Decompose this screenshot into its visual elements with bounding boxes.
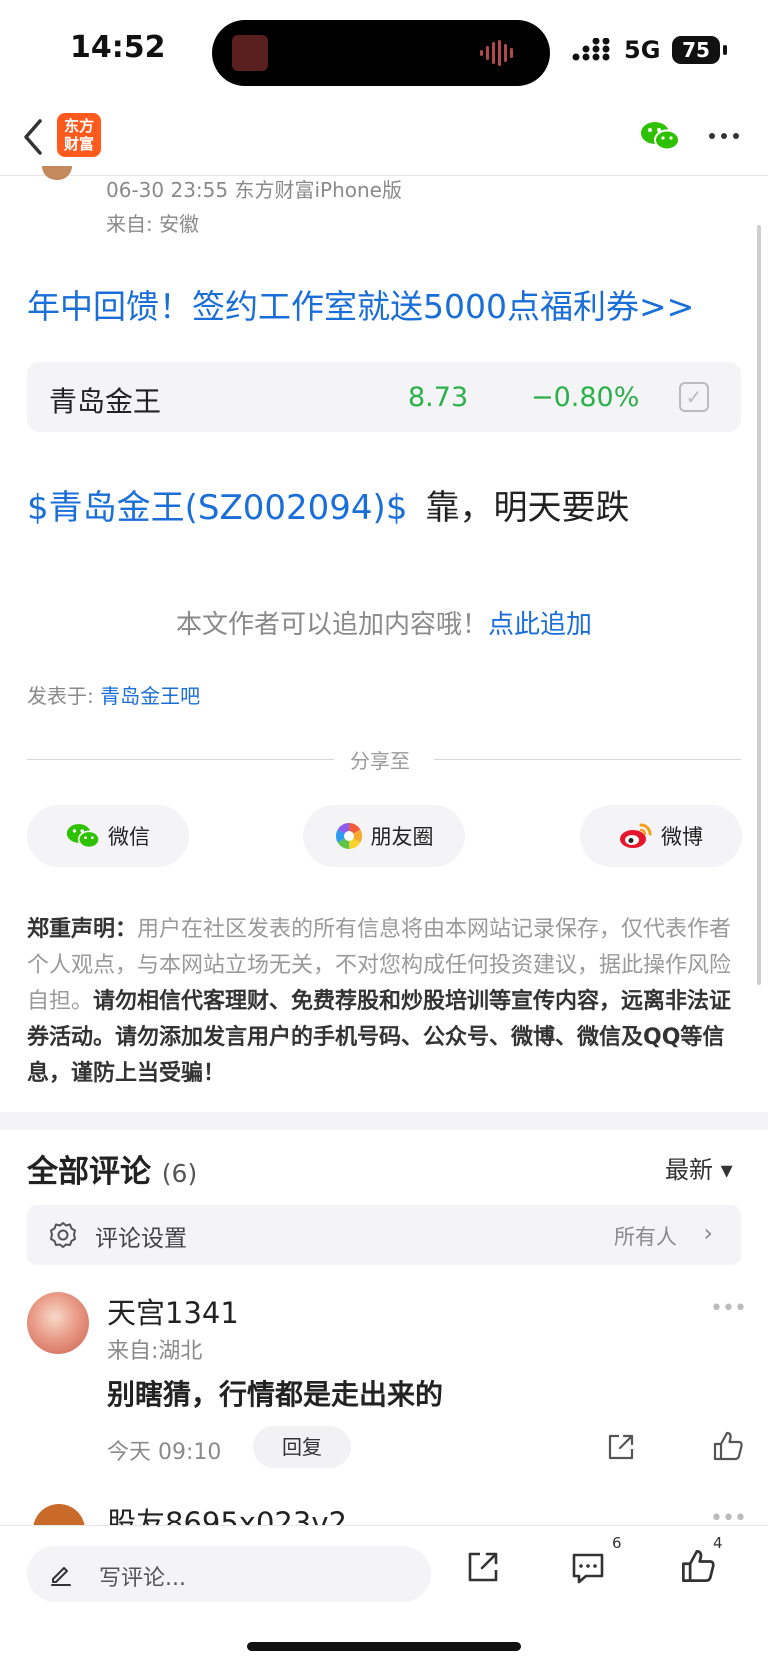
append-content-line: 本文作者可以追加内容哦！点此追加 xyxy=(0,604,768,641)
commenter-location: 来自:湖北 xyxy=(107,1339,203,1364)
disclaimer-bold: 请勿相信代客理财、免费荐股和炒股培训等宣传内容，远离非法证券活动。请勿添加发言用… xyxy=(27,989,732,1086)
reply-button[interactable]: 回复 xyxy=(253,1426,351,1468)
comment-settings-label: 评论设置 xyxy=(95,1226,187,1252)
stock-price: 8.73 xyxy=(408,382,469,413)
forum-link[interactable]: 青岛金王吧 xyxy=(100,684,200,708)
share-weibo-button[interactable]: 微博 xyxy=(580,805,742,867)
divider xyxy=(27,759,334,760)
comment-placeholder: 写评论... xyxy=(99,1566,186,1591)
battery-indicator: 75 xyxy=(672,36,727,64)
signal-icon xyxy=(572,38,610,61)
moments-icon xyxy=(335,822,362,850)
stock-quote-card[interactable]: 青岛金王 8.73 −0.80% ✓ xyxy=(27,362,741,432)
post-content: $青岛金王(SZ002094)$ 靠，明天要跌 xyxy=(27,480,629,529)
comment-more-icon[interactable]: ••• xyxy=(710,1296,747,1321)
network-type: 5G xyxy=(624,36,661,64)
more-options-icon[interactable] xyxy=(708,120,740,152)
now-playing-thumbnail xyxy=(232,35,268,71)
share-weibo-label: 微博 xyxy=(661,825,703,849)
share-wechat-button[interactable]: 微信 xyxy=(27,805,189,867)
scrollbar[interactable] xyxy=(757,225,761,985)
top-nav-bar: 东方 财富 xyxy=(0,100,768,176)
disclaimer-lead: 郑重声明： xyxy=(27,917,138,942)
disclaimer: 郑重声明：用户在社区发表的所有信息将由本网站记录保存，仅代表作者个人观点，与本网… xyxy=(27,912,742,1092)
home-indicator[interactable] xyxy=(247,1642,521,1651)
gear-icon xyxy=(50,1222,76,1248)
commenter-avatar[interactable] xyxy=(27,1292,89,1354)
status-bar: 14:52 5G 75 xyxy=(0,0,768,100)
append-prompt: 本文作者可以追加内容哦！ xyxy=(175,610,488,640)
share-wechat-label: 微信 xyxy=(108,825,150,849)
comment-count: 6 xyxy=(612,1534,622,1552)
comment-settings-row[interactable]: 评论设置 所有人 › xyxy=(27,1205,741,1265)
pen-icon xyxy=(51,1567,71,1586)
comments-title-text: 全部评论 xyxy=(27,1154,151,1190)
back-arrow-icon[interactable] xyxy=(22,117,44,157)
wechat-share-icon[interactable] xyxy=(640,120,680,152)
comments-title: 全部评论 (6) xyxy=(27,1146,197,1191)
comments-sort-dropdown[interactable]: 最新 ▾ xyxy=(665,1150,733,1185)
write-comment-input[interactable]: 写评论... xyxy=(27,1546,431,1602)
published-in: 发表于: 青岛金王吧 xyxy=(27,680,200,709)
commenter-name[interactable]: 天宫1341 xyxy=(107,1290,239,1332)
promo-link[interactable]: 年中回馈！签约工作室就送5000点福利券>> xyxy=(27,280,694,328)
share-icon[interactable] xyxy=(466,1550,500,1584)
logo-line2: 财富 xyxy=(63,135,94,153)
chevron-right-icon: › xyxy=(703,1219,713,1247)
comment-time: 今天 09:10 xyxy=(107,1440,222,1465)
watchlist-check-icon[interactable]: ✓ xyxy=(679,382,709,412)
share-moments-label: 朋友圈 xyxy=(370,825,434,849)
like-icon[interactable] xyxy=(680,1548,716,1584)
stock-name: 青岛金王 xyxy=(49,385,162,418)
section-separator xyxy=(0,1112,768,1130)
audio-wave-icon xyxy=(480,40,513,66)
comment-text: 别瞎猜，行情都是走出来的 xyxy=(107,1378,444,1411)
like-count: 4 xyxy=(713,1534,723,1552)
post-location: 来自: 安徽 xyxy=(106,212,200,236)
post-time-device: 06-30 23:55 东方财富iPhone版 xyxy=(106,178,402,202)
dynamic-island xyxy=(212,20,550,86)
stock-change: −0.80% xyxy=(531,382,640,413)
weibo-icon xyxy=(620,823,652,848)
comment-like-icon[interactable] xyxy=(712,1430,744,1462)
comment-icon[interactable] xyxy=(570,1550,606,1586)
share-moments-button[interactable]: 朋友圈 xyxy=(303,805,465,867)
status-time: 14:52 xyxy=(70,30,166,65)
comment-share-icon[interactable] xyxy=(606,1432,636,1462)
bottom-action-bar: 写评论... 6 4 xyxy=(0,1525,768,1666)
append-link[interactable]: 点此追加 xyxy=(488,610,592,640)
post-text: 靠，明天要跌 xyxy=(425,488,630,528)
comments-count: (6) xyxy=(161,1159,198,1188)
comment-settings-value: 所有人 xyxy=(614,1225,677,1249)
author-avatar[interactable] xyxy=(42,166,72,180)
logo-line1: 东方 xyxy=(63,117,94,135)
stock-tag-link[interactable]: $青岛金王(SZ002094)$ xyxy=(27,488,407,528)
divider xyxy=(434,759,741,760)
eastmoney-logo[interactable]: 东方 财富 xyxy=(57,113,101,157)
published-label: 发表于: xyxy=(27,684,101,708)
wechat-icon xyxy=(66,824,100,849)
share-title: 分享至 xyxy=(350,749,410,773)
